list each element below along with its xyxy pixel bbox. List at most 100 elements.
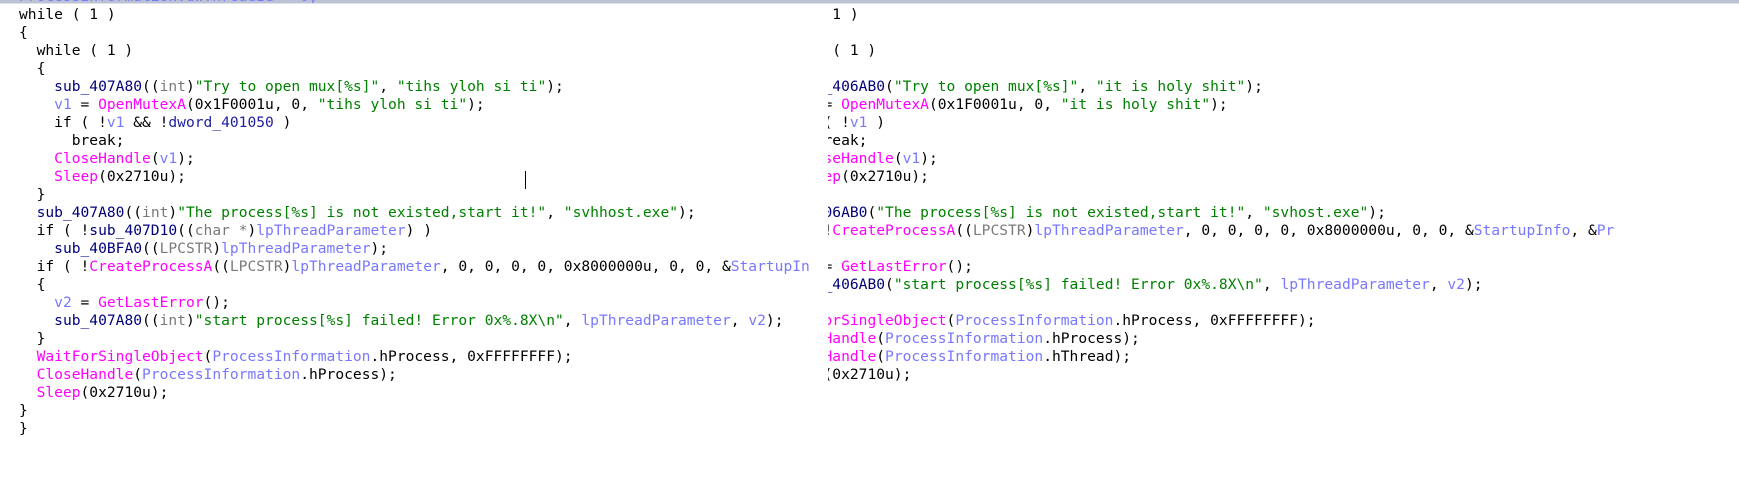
code-token: lpThreadParameter (256, 222, 406, 239)
code-line[interactable]: sub_406AB0("The process[%s] is not exist… (828, 203, 1386, 223)
pseudocode-pane-left[interactable]: ProcessInformation.dwThreadId = 0;while … (0, 0, 828, 497)
code-token: lpThreadParameter (581, 312, 731, 329)
code-token: ProcessInformation (142, 366, 301, 383)
code-line[interactable]: sub_407A80((int)"The process[%s] is not … (19, 203, 696, 223)
code-line[interactable]: Sleep(0x2710u); (19, 383, 169, 403)
code-token: ) (867, 114, 886, 131)
code-token: "tihs yloh si ti" (317, 96, 468, 113)
code-token: v1 (106, 114, 125, 131)
code-token: } (19, 186, 46, 203)
code-line[interactable]: v2 = GetLastError(); (19, 293, 230, 313)
code-line[interactable]: } (19, 419, 28, 439)
code-token: , (1429, 276, 1448, 293)
code-line[interactable]: WaitForSingleObject(ProcessInformation.h… (19, 347, 573, 367)
code-token: sub_407A80 (54, 312, 143, 329)
code-token: int (159, 78, 186, 95)
code-token: sub_406AB0 (828, 204, 868, 221)
code-line[interactable]: CloseHandle(ProcessInformation.hThread); (828, 347, 1131, 367)
code-token: WaitForSingleObject (36, 348, 204, 365)
code-token: (); (946, 258, 973, 275)
code-token: .hProcess, 0xFFFFFFFF); (370, 348, 573, 365)
code-token: lpThreadParameter (291, 258, 441, 275)
code-line[interactable]: while ( 1 ) (828, 5, 858, 25)
code-token: { (19, 24, 28, 41)
code-token: CloseHandle (36, 366, 134, 383)
code-token: dword_401050 (168, 114, 274, 131)
code-token: (( (142, 240, 160, 257)
code-token: "svhhost.exe" (563, 204, 679, 221)
code-line[interactable]: break; (19, 131, 125, 151)
code-token: Sleep (828, 168, 842, 185)
code-line[interactable]: break; (828, 131, 867, 151)
code-line[interactable]: while ( 1 ) (19, 41, 134, 61)
code-token: , 0, 0, 0, 0, 0x8000000u, 0, 0, & (440, 258, 731, 275)
code-line[interactable]: CloseHandle(v1); (19, 149, 195, 169)
code-token: v1 (54, 96, 72, 113)
code-token: Pr (1596, 222, 1615, 239)
code-line[interactable]: CloseHandle(v1); (828, 149, 938, 169)
code-token: ( (876, 330, 886, 347)
code-token: , 0, 0, 0, 0, 0x8000000u, 0, 0, & (1183, 222, 1474, 239)
code-token: CloseHandle (828, 330, 877, 347)
code-token: ); (177, 150, 195, 167)
code-line[interactable]: v2 = GetLastError(); (828, 257, 973, 277)
code-token: ); (546, 78, 564, 95)
code-line[interactable]: sub_406AB0("start process[%s] failed! Er… (828, 275, 1483, 295)
code-line[interactable]: sub_406AB0("Try to open mux[%s]", "it is… (828, 77, 1263, 97)
pseudocode-pane-right[interactable]: while ( 1 ){ while ( 1 ) { sub_406AB0("T… (828, 0, 1739, 497)
code-line[interactable]: } (19, 185, 46, 205)
code-token: lpThreadParameter (1280, 276, 1430, 293)
code-token: StartupInfo (1473, 222, 1571, 239)
code-line[interactable]: } (19, 329, 46, 349)
code-token: break; (19, 132, 125, 149)
code-token: , (379, 78, 397, 95)
code-token: int (142, 204, 169, 221)
code-token: ) (273, 114, 292, 131)
code-token: ); (678, 204, 696, 221)
code-token: sub_40BFA0 (54, 240, 143, 257)
code-line[interactable]: v1 = OpenMutexA(0x1F0001u, 0, "tihs yloh… (19, 95, 485, 115)
code-line[interactable]: { (19, 23, 28, 43)
code-line[interactable]: Sleep(0x2710u); (828, 365, 911, 385)
code-line[interactable]: WaitForSingleObject(ProcessInformation.h… (828, 311, 1316, 331)
code-token: .hThread); (1043, 348, 1132, 365)
code-line[interactable]: if ( !CreateProcessA((LPCSTR)lpThreadPar… (828, 221, 1614, 241)
code-line[interactable]: if ( !sub_407D10((char *)lpThreadParamet… (19, 221, 432, 241)
code-line[interactable]: { (19, 275, 46, 295)
code-token: if ( ! (19, 114, 107, 131)
code-line[interactable]: { (19, 59, 46, 79)
code-line[interactable]: if ( !v1 ) (828, 113, 885, 133)
code-line[interactable]: sub_407A80((int)"start process[%s] faile… (19, 311, 783, 331)
code-line[interactable]: while ( 1 ) (828, 41, 876, 61)
code-token: = (828, 258, 841, 275)
code-line[interactable]: sub_40BFA0((LPCSTR)lpThreadParameter); (19, 239, 388, 259)
code-line[interactable]: CloseHandle(ProcessInformation.hProcess)… (828, 329, 1140, 349)
code-line[interactable]: CloseHandle(ProcessInformation.hProcess)… (19, 365, 397, 385)
code-token: ); (1368, 204, 1386, 221)
code-token: = (71, 294, 99, 311)
code-token: while ( 1 ) (19, 6, 116, 23)
code-line[interactable]: while ( 1 ) (19, 5, 116, 25)
code-token: "Try to open mux[%s]" (893, 78, 1079, 95)
code-line[interactable]: if ( !CreateProcessA((LPCSTR)lpThreadPar… (19, 257, 810, 277)
code-line[interactable]: Sleep(0x2710u); (828, 167, 929, 187)
code-line[interactable]: if ( !v1 && !dword_401050 ) (19, 113, 291, 133)
code-line[interactable]: } (19, 401, 28, 421)
code-token: ( (203, 348, 213, 365)
code-line[interactable]: sub_407A80((int)"Try to open mux[%s]", "… (19, 77, 564, 97)
code-token: lpThreadParameter (221, 240, 371, 257)
code-token: OpenMutexA (841, 96, 929, 113)
code-token: while ( 1 ) (19, 42, 134, 59)
code-token: GetLastError (841, 258, 947, 275)
code-token: , (1078, 78, 1096, 95)
code-token: sub_407A80 (54, 78, 143, 95)
code-line[interactable]: v1 = OpenMutexA(0x1F0001u, 0, "it is hol… (828, 95, 1228, 115)
code-line[interactable]: Sleep(0x2710u); (19, 167, 186, 187)
code-token: ); (370, 240, 389, 257)
code-token: ( (133, 366, 143, 383)
